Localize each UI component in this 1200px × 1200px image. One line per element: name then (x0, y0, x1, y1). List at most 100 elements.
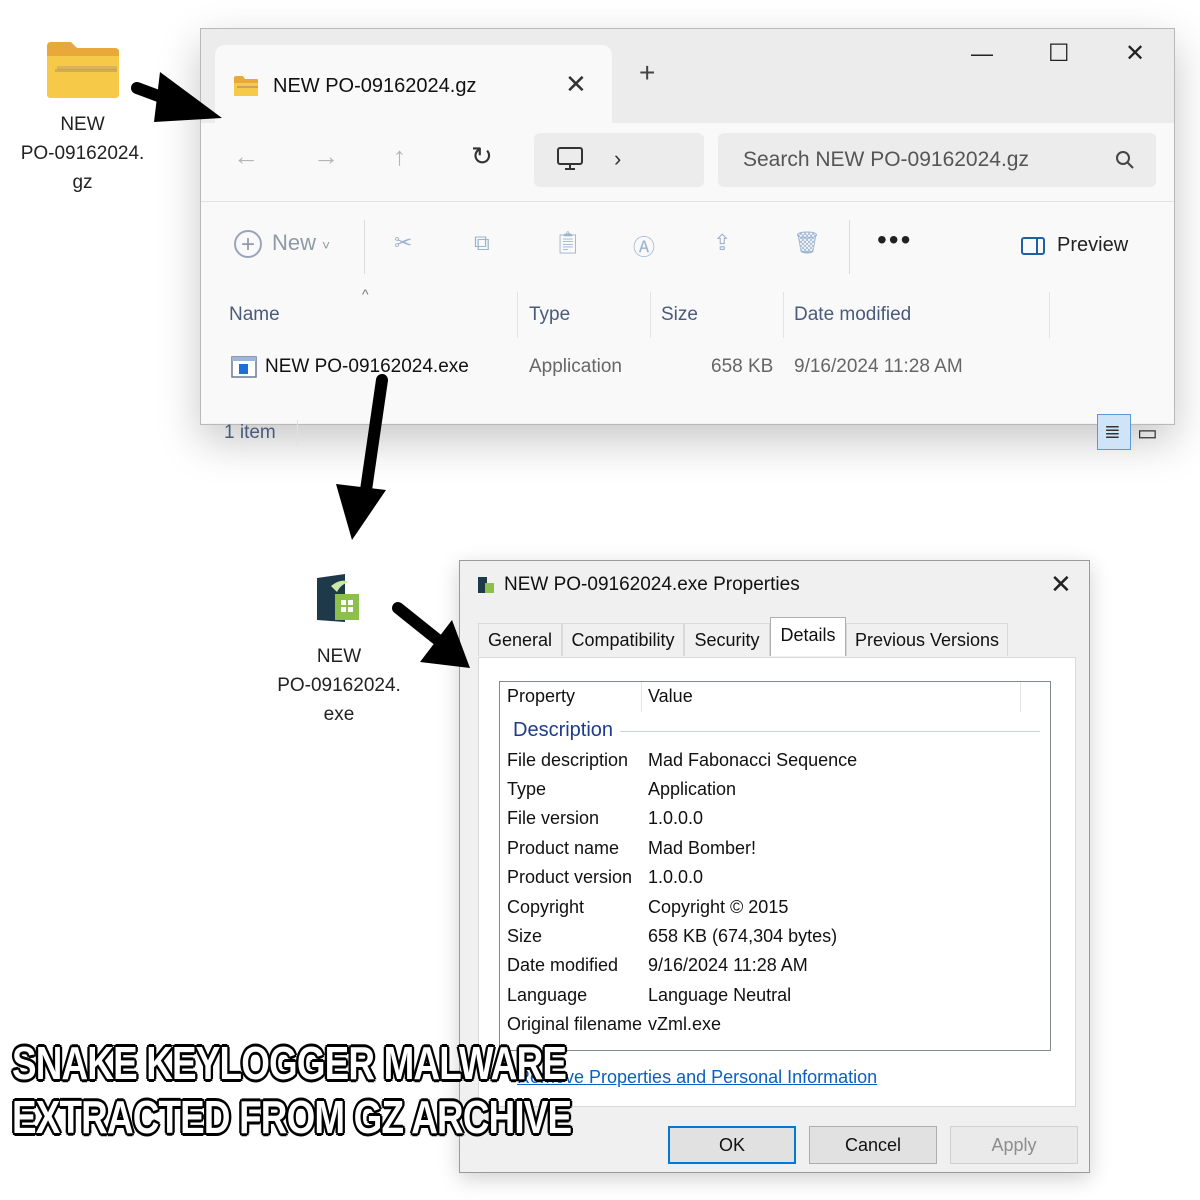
desktop-archive-icon[interactable]: NEW PO-09162024. gz (10, 38, 155, 197)
details-view-button[interactable]: ≣ (1097, 414, 1131, 450)
property-value: Copyright © 2015 (648, 897, 789, 917)
chevron-down-icon: ˅ (322, 237, 331, 253)
back-arrow-icon[interactable]: ← (233, 141, 259, 172)
ok-button[interactable]: OK (668, 1126, 796, 1164)
app-title-icon (478, 577, 494, 593)
property-value: 1.0.0.0 (648, 867, 704, 887)
search-icon (1116, 151, 1134, 169)
details-view-icon: ≣ (1104, 421, 1121, 443)
forward-arrow-icon[interactable]: → (313, 141, 339, 172)
file-type-cell: Application (529, 356, 622, 377)
search-input[interactable]: Search NEW PO-09162024.gz (743, 148, 1029, 172)
file-list: ^ Name Type Size Date modified NEW PO-09… (201, 286, 1174, 450)
column-divider[interactable] (1020, 682, 1021, 712)
column-header-date-modified[interactable]: Date modified (794, 304, 911, 326)
caption-line-2: EXTRACTED FROM GZ ARCHIVE (12, 1091, 572, 1143)
tab-close-icon[interactable]: ✕ (565, 69, 587, 100)
property-name: Type (507, 779, 547, 799)
description-section-header: Description (513, 719, 614, 741)
address-bar[interactable]: › (534, 133, 704, 187)
property-value: 9/16/2024 11:28 AM (648, 955, 808, 975)
new-tab-icon[interactable]: + (639, 57, 655, 89)
file-date-cell: 9/16/2024 11:28 AM (794, 356, 963, 377)
column-divider[interactable] (517, 292, 518, 338)
breadcrumb-chevron-icon[interactable]: › (614, 146, 621, 172)
column-divider[interactable] (1049, 292, 1050, 338)
section-divider (620, 731, 1040, 732)
share-icon[interactable]: ⇪ (713, 230, 731, 256)
file-explorer-window: NEW PO-09162024.gz ✕ + — ☐ ✕ ← → ↑ ↻ › S… (200, 28, 1175, 450)
zipped-folder-icon (46, 42, 119, 98)
column-divider[interactable] (650, 292, 651, 338)
column-divider[interactable] (641, 682, 642, 712)
property-name: Product name (507, 838, 620, 858)
refresh-icon[interactable]: ↻ (471, 141, 493, 172)
close-window-icon[interactable]: ✕ (1125, 39, 1145, 68)
preview-pane-icon (1021, 236, 1045, 255)
desktop-exe-icon[interactable]: NEW PO-09162024. exe (268, 572, 410, 729)
property-value: vZml.exe (648, 1014, 722, 1034)
value-column-header[interactable]: Value (648, 686, 693, 707)
cut-icon[interactable]: ✂ (394, 230, 412, 256)
folder-zip-icon (234, 76, 258, 96)
toolbar-divider (364, 220, 365, 274)
navigation-bar: ← → ↑ ↻ › Search NEW PO-09162024.gz (201, 123, 1174, 201)
property-value: 658 KB (674,304 bytes) (648, 926, 838, 946)
toolbar-divider (849, 220, 850, 274)
up-arrow-icon[interactable]: ↑ (393, 141, 406, 172)
property-name: File version (507, 808, 600, 828)
more-options-icon[interactable]: ••• (877, 224, 912, 256)
property-name: Date modified (507, 955, 619, 975)
column-header-size[interactable]: Size (661, 304, 698, 326)
tab-compatibility[interactable]: Compatibility (562, 623, 684, 656)
archive-filename-label: NEW PO-09162024. gz (20, 114, 145, 193)
search-box[interactable]: Search NEW PO-09162024.gz (718, 133, 1156, 187)
tab-security[interactable]: Security (684, 623, 770, 656)
property-name: File description (507, 750, 629, 770)
file-size-cell: 658 KB (711, 356, 774, 377)
property-name: Size (507, 926, 543, 946)
property-value: Application (648, 779, 737, 799)
apply-button[interactable]: Apply (950, 1126, 1078, 1164)
copy-icon[interactable]: ⧉ (474, 230, 490, 256)
dialog-close-icon[interactable]: ✕ (1050, 569, 1072, 600)
cancel-button[interactable]: Cancel (809, 1126, 937, 1164)
explorer-tab-bar: NEW PO-09162024.gz ✕ + — ☐ ✕ (201, 29, 1174, 124)
property-column-header[interactable]: Property (507, 686, 575, 707)
explorer-tab-title: NEW PO-09162024.gz (273, 75, 477, 97)
sort-ascending-icon: ^ (362, 286, 369, 302)
explorer-tab[interactable]: NEW PO-09162024.gz ✕ (215, 45, 612, 123)
file-name-cell[interactable]: NEW PO-09162024.exe (265, 356, 469, 378)
tab-details[interactable]: Details (770, 617, 846, 656)
command-bar: + New ˅ ✂ ⧉ 📋︎ Ⓐ ⇪ 🗑︎ ••• Preview (201, 201, 1174, 293)
computer-icon (557, 147, 583, 170)
new-button-label: New (272, 230, 317, 255)
minimize-icon[interactable]: — (971, 41, 993, 67)
preview-button[interactable]: Preview (1021, 234, 1128, 257)
column-divider[interactable] (783, 292, 784, 338)
caption-line-1: SNAKE KEYLOGGER MALWARE (12, 1037, 567, 1089)
dialog-title: NEW PO-09162024.exe Properties (504, 574, 800, 595)
new-button[interactable]: + New ˅ (234, 230, 331, 259)
property-name: Language (507, 985, 588, 1005)
caption-overlay: SNAKE KEYLOGGER MALWARE EXTRACTED FROM G… (12, 1036, 572, 1144)
maximize-icon[interactable]: ☐ (1048, 39, 1070, 68)
property-name: Original filename (507, 1014, 643, 1034)
delete-icon[interactable]: 🗑︎ (793, 230, 821, 256)
tab-general[interactable]: General (478, 623, 562, 656)
status-divider (297, 420, 298, 446)
paste-icon[interactable]: 📋︎ (554, 230, 582, 256)
application-icon (231, 356, 257, 378)
plus-circle-icon: + (234, 230, 262, 259)
property-name: Product version (507, 867, 633, 887)
details-list[interactable]: Property Value Description File descript… (499, 681, 1051, 1051)
tab-previous-versions[interactable]: Previous Versions (846, 623, 1008, 656)
column-header-name[interactable]: Name (229, 304, 280, 326)
tiles-view-icon[interactable]: ▭ (1137, 420, 1158, 446)
column-header-type[interactable]: Type (529, 304, 570, 326)
rename-icon[interactable]: Ⓐ (633, 230, 655, 262)
spreadsheet-app-icon (317, 574, 359, 622)
property-value: Mad Fabonacci Sequence (648, 750, 858, 770)
property-value: Mad Bomber! (648, 838, 757, 858)
item-count-status: 1 item (224, 422, 276, 443)
